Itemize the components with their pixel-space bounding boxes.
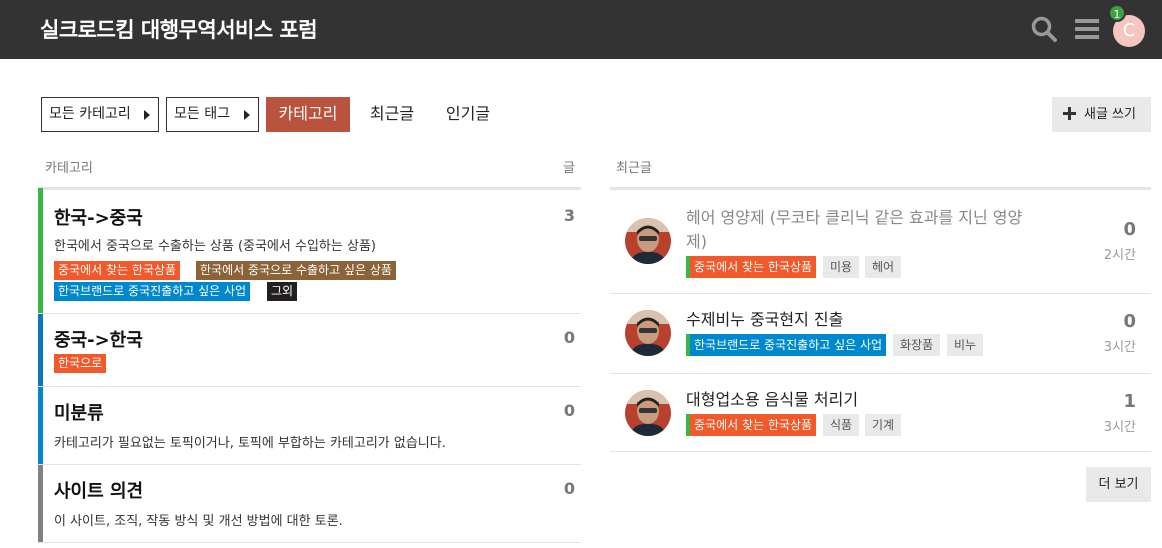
topic-reply-count[interactable]: 0 [1123, 311, 1136, 332]
category-dropdown-label: 모든 카테고리 [49, 106, 131, 122]
category-color-bar [38, 188, 43, 313]
categories-column-header: 카테고리 [45, 161, 93, 176]
category-color-bar [38, 314, 43, 386]
tag-dropdown[interactable]: 모든 태그 [166, 97, 259, 132]
category-topic-count: 0 [563, 401, 575, 420]
topic-title[interactable]: 수제비누 중국현지 진출 [686, 308, 1026, 332]
topic-category-label: 한국브랜드로 중국진출하고 싶은 사업 [694, 338, 883, 352]
category-name[interactable]: 미분류 [54, 399, 104, 425]
topic-tag[interactable]: 기계 [865, 414, 902, 436]
topic-category-badge[interactable]: 한국브랜드로 중국진출하고 싶은 사업 [686, 334, 887, 356]
topic-reply-count[interactable]: 0 [1123, 219, 1136, 240]
site-title[interactable]: 실크로드킴 대행무역서비스 포럼 [40, 14, 318, 44]
parent-category-stripe [686, 414, 690, 436]
tab-latest[interactable]: 최근글 [360, 97, 424, 132]
category-name[interactable]: 사이트 의견 [54, 477, 143, 503]
subcategory-link[interactable]: 한국으로 [54, 354, 107, 373]
tab-categories[interactable]: 카테고리 [266, 97, 350, 132]
topic-row: 수제비누 중국현지 진출 한국브랜드로 중국진출하고 싶은 사업 화장품 비누 … [610, 294, 1151, 374]
topic-title[interactable]: 헤어 영양제 (무코타 클리닉 같은 효과를 지닌 영양제) [686, 206, 1026, 254]
site-header: 실크로드킴 대행무역서비스 포럼 C 1 [0, 0, 1162, 59]
poster-avatar[interactable] [625, 390, 671, 436]
hamburger-icon[interactable] [1074, 17, 1100, 41]
topic-tag[interactable]: 헤어 [865, 256, 902, 278]
poster-avatar[interactable] [625, 218, 671, 264]
category-topic-count: 0 [563, 328, 575, 347]
topic-activity-age[interactable]: 3시간 [1104, 416, 1136, 435]
more-button[interactable]: 더 보기 [1086, 467, 1151, 502]
topic-category-badge[interactable]: 중국에서 찾는 한국상품 [686, 256, 817, 278]
subcategory-link[interactable]: 한국에서 중국으로 수출하고 싶은 상품 [196, 261, 396, 280]
subcategory-link[interactable]: 한국브랜드로 중국진출하고 싶은 사업 [54, 282, 251, 301]
category-topic-count: 0 [563, 479, 575, 498]
poster-avatar[interactable] [625, 310, 671, 356]
tag-dropdown-label: 모든 태그 [174, 106, 230, 122]
caret-right-icon [144, 110, 150, 120]
parent-category-stripe [686, 334, 690, 356]
category-color-bar [38, 387, 43, 464]
topic-row: 대형업소용 음식물 처리기 중국에서 찾는 한국상품 식품 기계 1 3시간 [610, 374, 1151, 452]
new-topic-label: 새글 쓰기 [1084, 107, 1136, 122]
category-row: 미분류 카테고리가 필요없는 토픽이거나, 토픽에 부합하는 카테고리가 없습니… [38, 387, 581, 465]
topics-count-header: 글 [563, 161, 575, 176]
category-name[interactable]: 중국->한국 [54, 326, 143, 352]
subcategory-link[interactable]: 중국에서 찾는 한국상품 [54, 261, 181, 280]
topic-category-badge[interactable]: 중국에서 찾는 한국상품 [686, 414, 817, 436]
category-row: 중국->한국 0 한국으로 [38, 314, 581, 387]
category-description: 한국에서 중국으로 수출하는 상품 (중국에서 수입하는 상품) [54, 239, 376, 254]
latest-column-header: 최근글 [616, 161, 652, 176]
category-row: 한국->중국 한국에서 중국으로 수출하는 상품 (중국에서 수입하는 상품) … [38, 188, 581, 314]
tab-top[interactable]: 인기글 [436, 97, 500, 132]
parent-category-stripe [686, 256, 690, 278]
category-description: 카테고리가 필요없는 토픽이거나, 토픽에 부합하는 카테고리가 없습니다. [54, 436, 446, 451]
topic-category-label: 중국에서 찾는 한국상품 [694, 418, 813, 432]
subcategory-link[interactable]: 그외 [267, 282, 298, 301]
category-topic-count: 3 [563, 206, 575, 225]
topic-tag[interactable]: 비누 [947, 334, 984, 356]
topic-tag[interactable]: 미용 [823, 256, 860, 278]
navigation-bar: 모든 카테고리 모든 태그 카테고리 최근글 인기글 새글 쓰기 [0, 97, 1162, 133]
notification-badge[interactable]: 1 [1108, 4, 1126, 22]
search-icon[interactable] [1031, 16, 1057, 42]
category-color-bar [38, 465, 43, 542]
topic-tag[interactable]: 화장품 [893, 334, 941, 356]
topic-reply-count[interactable]: 1 [1123, 391, 1136, 412]
new-topic-button[interactable]: 새글 쓰기 [1052, 97, 1151, 132]
topic-title[interactable]: 대형업소용 음식물 처리기 [686, 388, 1026, 412]
caret-right-icon [244, 110, 250, 120]
topic-category-label: 중국에서 찾는 한국상품 [694, 260, 813, 274]
topic-row: 헤어 영양제 (무코타 클리닉 같은 효과를 지닌 영양제) 중국에서 찾는 한… [610, 190, 1151, 294]
category-row: 사이트 의견 이 사이트, 조직, 작동 방식 및 개선 방법에 대한 토론. … [38, 465, 581, 543]
topic-tag[interactable]: 식품 [823, 414, 860, 436]
category-dropdown[interactable]: 모든 카테고리 [41, 97, 159, 132]
plus-icon [1063, 107, 1076, 120]
category-description: 이 사이트, 조직, 작동 방식 및 개선 방법에 대한 토론. [54, 514, 343, 529]
category-name[interactable]: 한국->중국 [54, 204, 143, 230]
topic-activity-age[interactable]: 2시간 [1104, 244, 1136, 263]
topic-activity-age[interactable]: 3시간 [1104, 336, 1136, 355]
